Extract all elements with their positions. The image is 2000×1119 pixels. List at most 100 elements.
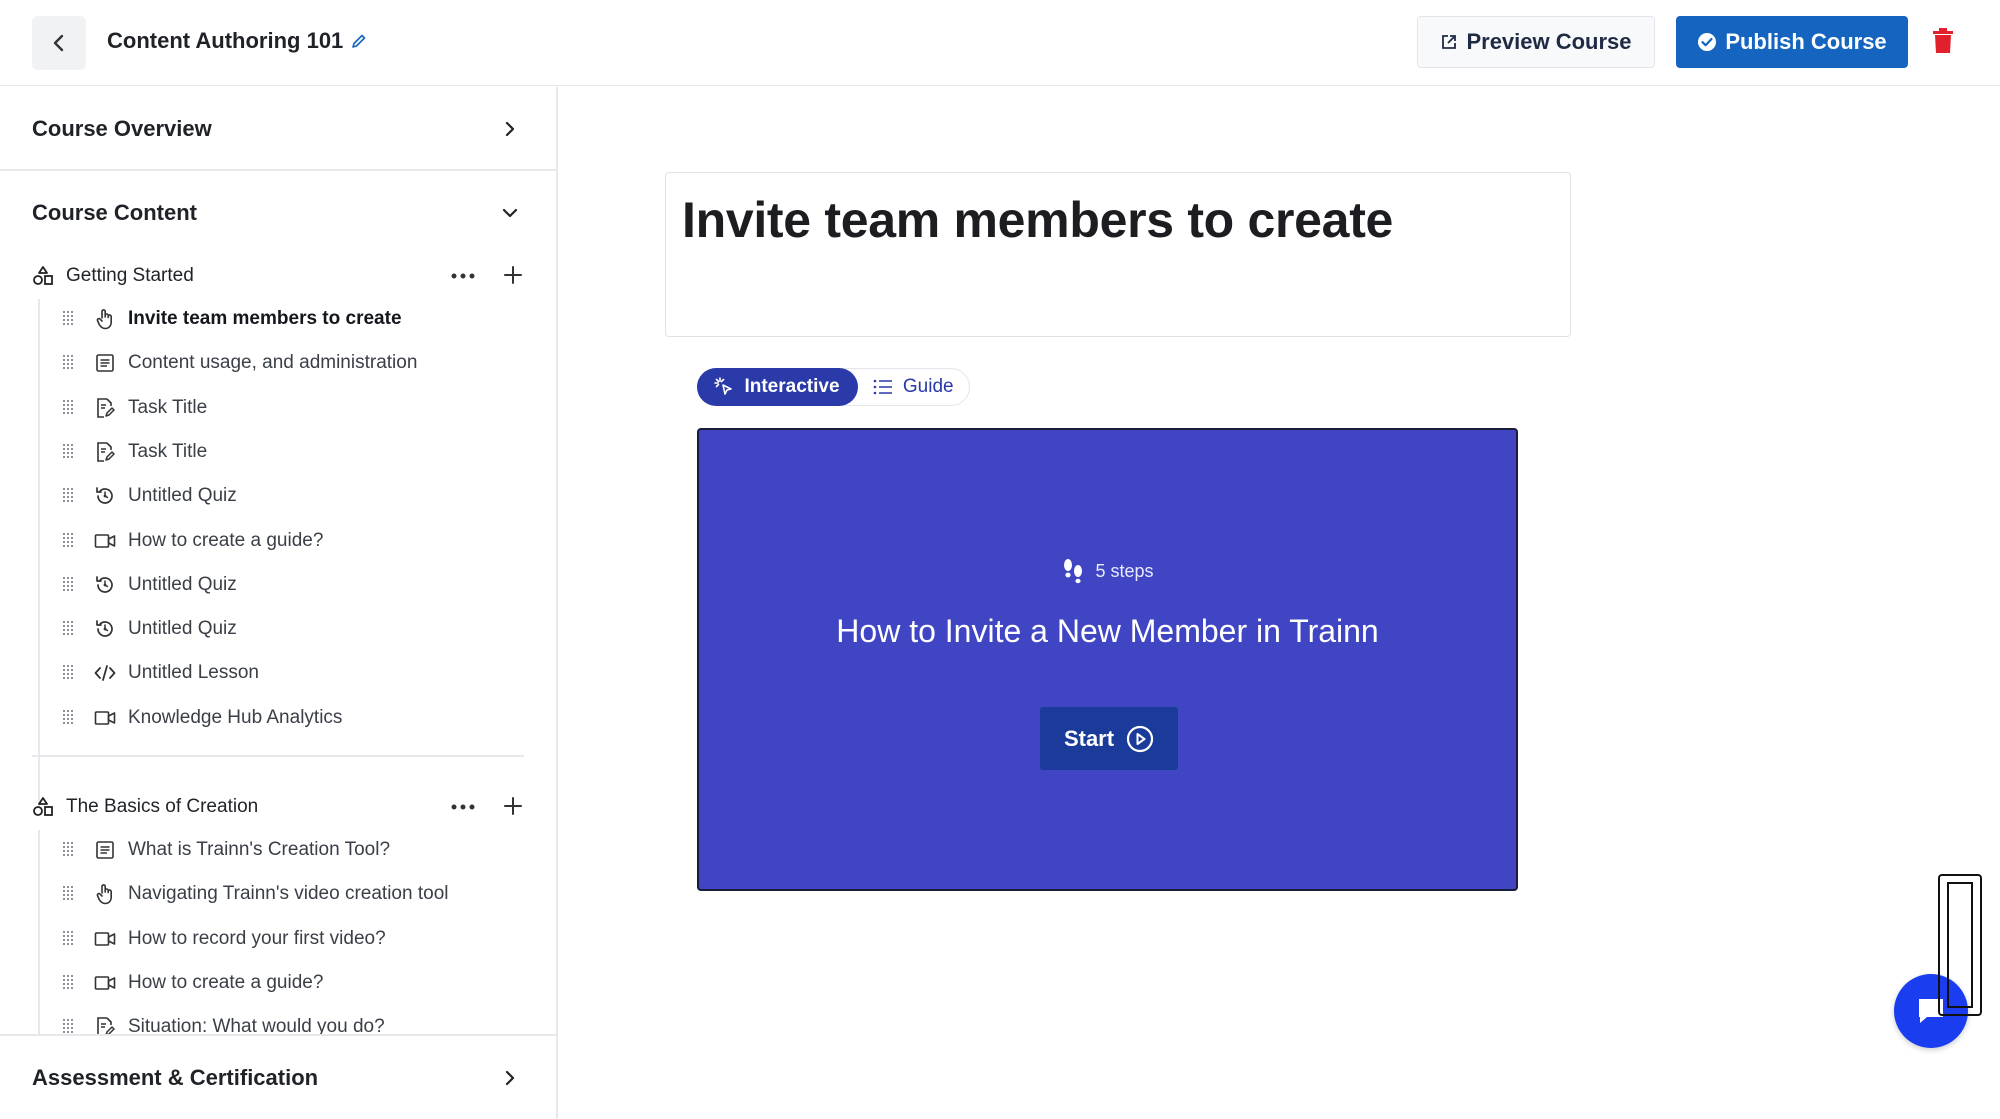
delete-course-button[interactable] [1932,28,1956,56]
task-icon [94,397,116,419]
drag-handle-icon[interactable] [62,354,76,372]
quiz-icon [94,574,116,596]
plus-icon[interactable] [502,795,524,817]
course-overview-section[interactable]: Course Overview [0,87,556,171]
start-button[interactable]: Start [1040,707,1178,770]
course-title: Content Authoring 101 [107,28,367,54]
chevron-right-icon [505,1070,515,1085]
lesson-label: Untitled Quiz [128,485,237,507]
guide-toggle[interactable]: Guide [858,368,970,406]
drag-handle-icon[interactable] [62,399,76,417]
preview-course-label: Preview Course [1466,29,1632,54]
lesson-item[interactable]: Navigating Trainn's video creation tool [62,877,532,911]
drag-handle-icon[interactable] [62,709,76,727]
scrollbar-thumb[interactable] [1947,882,1973,1008]
guide-title: How to Invite a New Member in Trainn [836,613,1379,649]
drag-handle-icon[interactable] [62,487,76,505]
module-title: The Basics of Creation [66,796,259,817]
interactive-toggle[interactable]: Interactive [696,368,858,406]
scrollbar-handle[interactable] [1938,874,1982,1016]
lesson-label: Knowledge Hub Analytics [128,706,343,728]
shapes-icon [33,266,53,285]
drag-handle-icon[interactable] [62,310,76,328]
drag-handle-icon[interactable] [62,532,76,550]
document-icon [94,839,116,861]
drag-handle-icon[interactable] [62,974,76,992]
lesson-item[interactable]: Task Title [62,435,532,469]
lesson-label: Untitled Lesson [128,662,259,684]
course-sidebar: Course Overview Course Content Getting S… [0,87,558,1119]
course-content-section[interactable]: Course Content [0,171,556,255]
assessment-certification-section[interactable]: Assessment & Certification [0,1034,556,1119]
start-label: Start [1063,725,1115,751]
lesson-item[interactable]: What is Trainn's Creation Tool? [62,833,532,867]
lesson-label: Task Title [128,440,208,462]
module-divider [32,755,524,757]
video-icon [94,972,116,994]
lesson-label: Navigating Trainn's video creation tool [128,883,449,905]
code-icon [94,662,116,684]
lesson-item[interactable]: Untitled Lesson [62,656,532,690]
course-content-label: Course Content [32,200,197,225]
chevron-right-icon [505,121,515,137]
list-icon [873,379,892,395]
lesson-label: Invite team members to create [128,308,402,329]
lesson-item[interactable]: How to create a guide? [62,524,532,558]
drag-handle-icon[interactable] [62,841,76,859]
sparkle-pointer-icon [714,377,733,395]
lesson-item[interactable]: Knowledge Hub Analytics [62,701,532,735]
drag-handle-icon[interactable] [62,443,76,461]
lesson-item[interactable]: Content usage, and administration [62,346,532,380]
lesson-label: How to create a guide? [128,529,324,551]
back-button[interactable] [32,16,86,70]
external-link-icon [1442,35,1457,49]
module-basics-of-creation[interactable]: The Basics of Creation [32,789,532,825]
pointer-icon [94,883,116,905]
video-icon [94,707,116,729]
plus-icon[interactable] [502,264,524,286]
module-getting-started[interactable]: Getting Started [32,258,532,294]
play-circle-icon [1126,725,1154,752]
drag-handle-icon[interactable] [62,664,76,682]
lesson-item[interactable]: Untitled Quiz [62,612,532,646]
drag-handle-icon[interactable] [62,885,76,903]
assessment-label: Assessment & Certification [32,1064,319,1090]
drag-handle-icon[interactable] [62,576,76,594]
course-overview-label: Course Overview [32,116,212,141]
more-horizontal-icon[interactable] [450,795,476,819]
chevron-down-icon [502,208,518,218]
preview-course-button[interactable]: Preview Course [1417,16,1655,68]
pencil-icon[interactable] [351,33,367,49]
drag-handle-icon[interactable] [62,620,76,638]
publish-course-label: Publish Course [1725,29,1887,54]
guide-label: Guide [902,376,954,397]
quiz-icon [94,618,116,640]
lesson-label: How to record your first video? [128,927,386,949]
interactive-label: Interactive [744,376,840,397]
publish-course-button[interactable]: Publish Course [1676,16,1908,68]
lesson-item[interactable]: Untitled Quiz [62,479,532,513]
tree-line [38,830,40,1060]
lesson-item[interactable]: Untitled Quiz [62,568,532,602]
lesson-item[interactable]: Task Title [62,391,532,425]
footsteps-icon [1064,559,1083,584]
more-horizontal-icon[interactable] [450,264,476,288]
chevron-left-icon [53,34,64,52]
view-toggle: Interactive Guide [696,368,970,406]
lesson-label: Task Title [128,396,208,418]
lesson-title-input[interactable]: Invite team members to create [665,172,1571,337]
course-title-text: Content Authoring 101 [107,28,344,53]
lesson-label: How to create a guide? [128,971,324,993]
lesson-label: Untitled Quiz [128,618,237,640]
lesson-title-text: Invite team members to create [682,192,1394,248]
quiz-icon [94,485,116,507]
lesson-item[interactable]: Invite team members to create [62,302,532,336]
module-title: Getting Started [66,265,194,286]
lesson-label: What is Trainn's Creation Tool? [128,839,391,860]
steps-count: 5 steps [699,558,1516,584]
lesson-item[interactable]: How to create a guide? [62,966,532,1000]
lesson-item[interactable]: How to record your first video? [62,922,532,956]
drag-handle-icon[interactable] [62,930,76,948]
top-header: Content Authoring 101 Preview Course Pub… [0,0,2000,86]
pointer-icon [94,308,116,330]
